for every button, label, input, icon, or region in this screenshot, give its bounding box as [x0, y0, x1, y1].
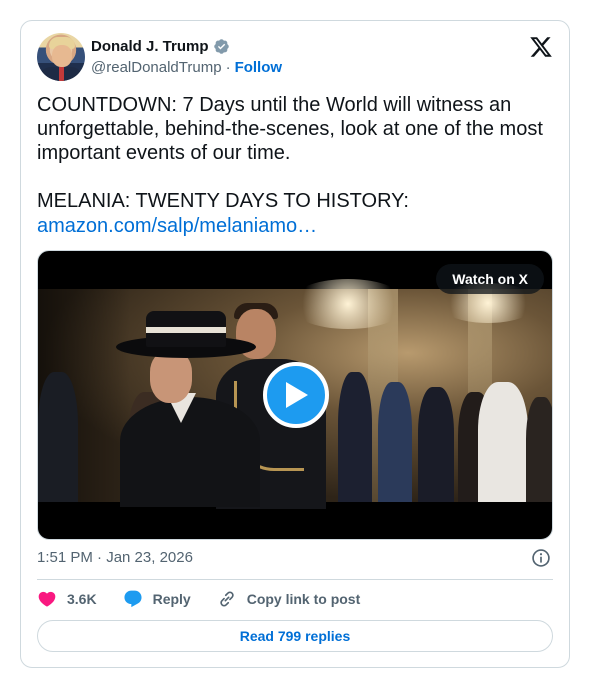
watch-on-x-button[interactable]: Watch on X	[436, 264, 544, 294]
play-button[interactable]	[263, 362, 329, 428]
tweet-text: COUNTDOWN: 7 Days until the World will w…	[37, 94, 543, 212]
play-icon	[286, 382, 308, 408]
video-player[interactable]: Watch on X	[37, 250, 553, 540]
reply-button[interactable]: Reply	[123, 589, 191, 609]
author-avatar[interactable]	[37, 33, 85, 81]
crowd-figure	[526, 397, 552, 502]
tweet-embed-card: Donald J. Trump @realDonaldTrump · Follow …	[20, 20, 570, 668]
like-count: 3.6K	[67, 591, 97, 607]
reply-label: Reply	[152, 591, 191, 607]
reply-bubble-icon	[124, 590, 142, 608]
read-replies-button[interactable]: Read 799 replies	[37, 620, 553, 652]
heart-icon	[38, 591, 56, 607]
woman-face	[150, 351, 192, 403]
follow-button[interactable]: Follow	[235, 59, 283, 76]
author-name-row: Donald J. Trump	[91, 38, 230, 55]
post-timestamp[interactable]: 1:51 PM · Jan 23, 2026	[37, 549, 193, 566]
author-name[interactable]: Donald J. Trump	[91, 38, 209, 55]
like-button[interactable]: 3.6K	[37, 589, 97, 609]
info-icon[interactable]	[531, 548, 551, 568]
copy-link-button[interactable]: Copy link to post	[217, 589, 361, 609]
avatar-face	[52, 45, 72, 67]
link-icon	[220, 591, 234, 607]
crowd-figure	[38, 372, 78, 502]
divider	[37, 579, 553, 580]
crowd-figure	[418, 387, 454, 502]
author-handle[interactable]: @realDonaldTrump	[91, 59, 222, 76]
separator-dot: ·	[225, 59, 231, 76]
verified-badge-icon	[213, 39, 229, 54]
crowd-figure	[478, 382, 528, 502]
copy-link-label: Copy link to post	[246, 591, 361, 607]
hat-band	[146, 327, 226, 333]
x-logo-icon[interactable]	[529, 35, 553, 59]
crowd-figure	[338, 372, 372, 502]
action-bar: 3.6K Reply Copy link to post	[37, 589, 386, 609]
ceiling-light	[288, 279, 408, 329]
crowd-figure	[378, 382, 412, 502]
avatar-tie	[59, 67, 64, 81]
tweet-link[interactable]: amazon.com/salp/melaniamo…	[37, 214, 317, 238]
woman-coat	[120, 397, 260, 507]
author-handle-row: @realDonaldTrump · Follow	[91, 59, 282, 76]
